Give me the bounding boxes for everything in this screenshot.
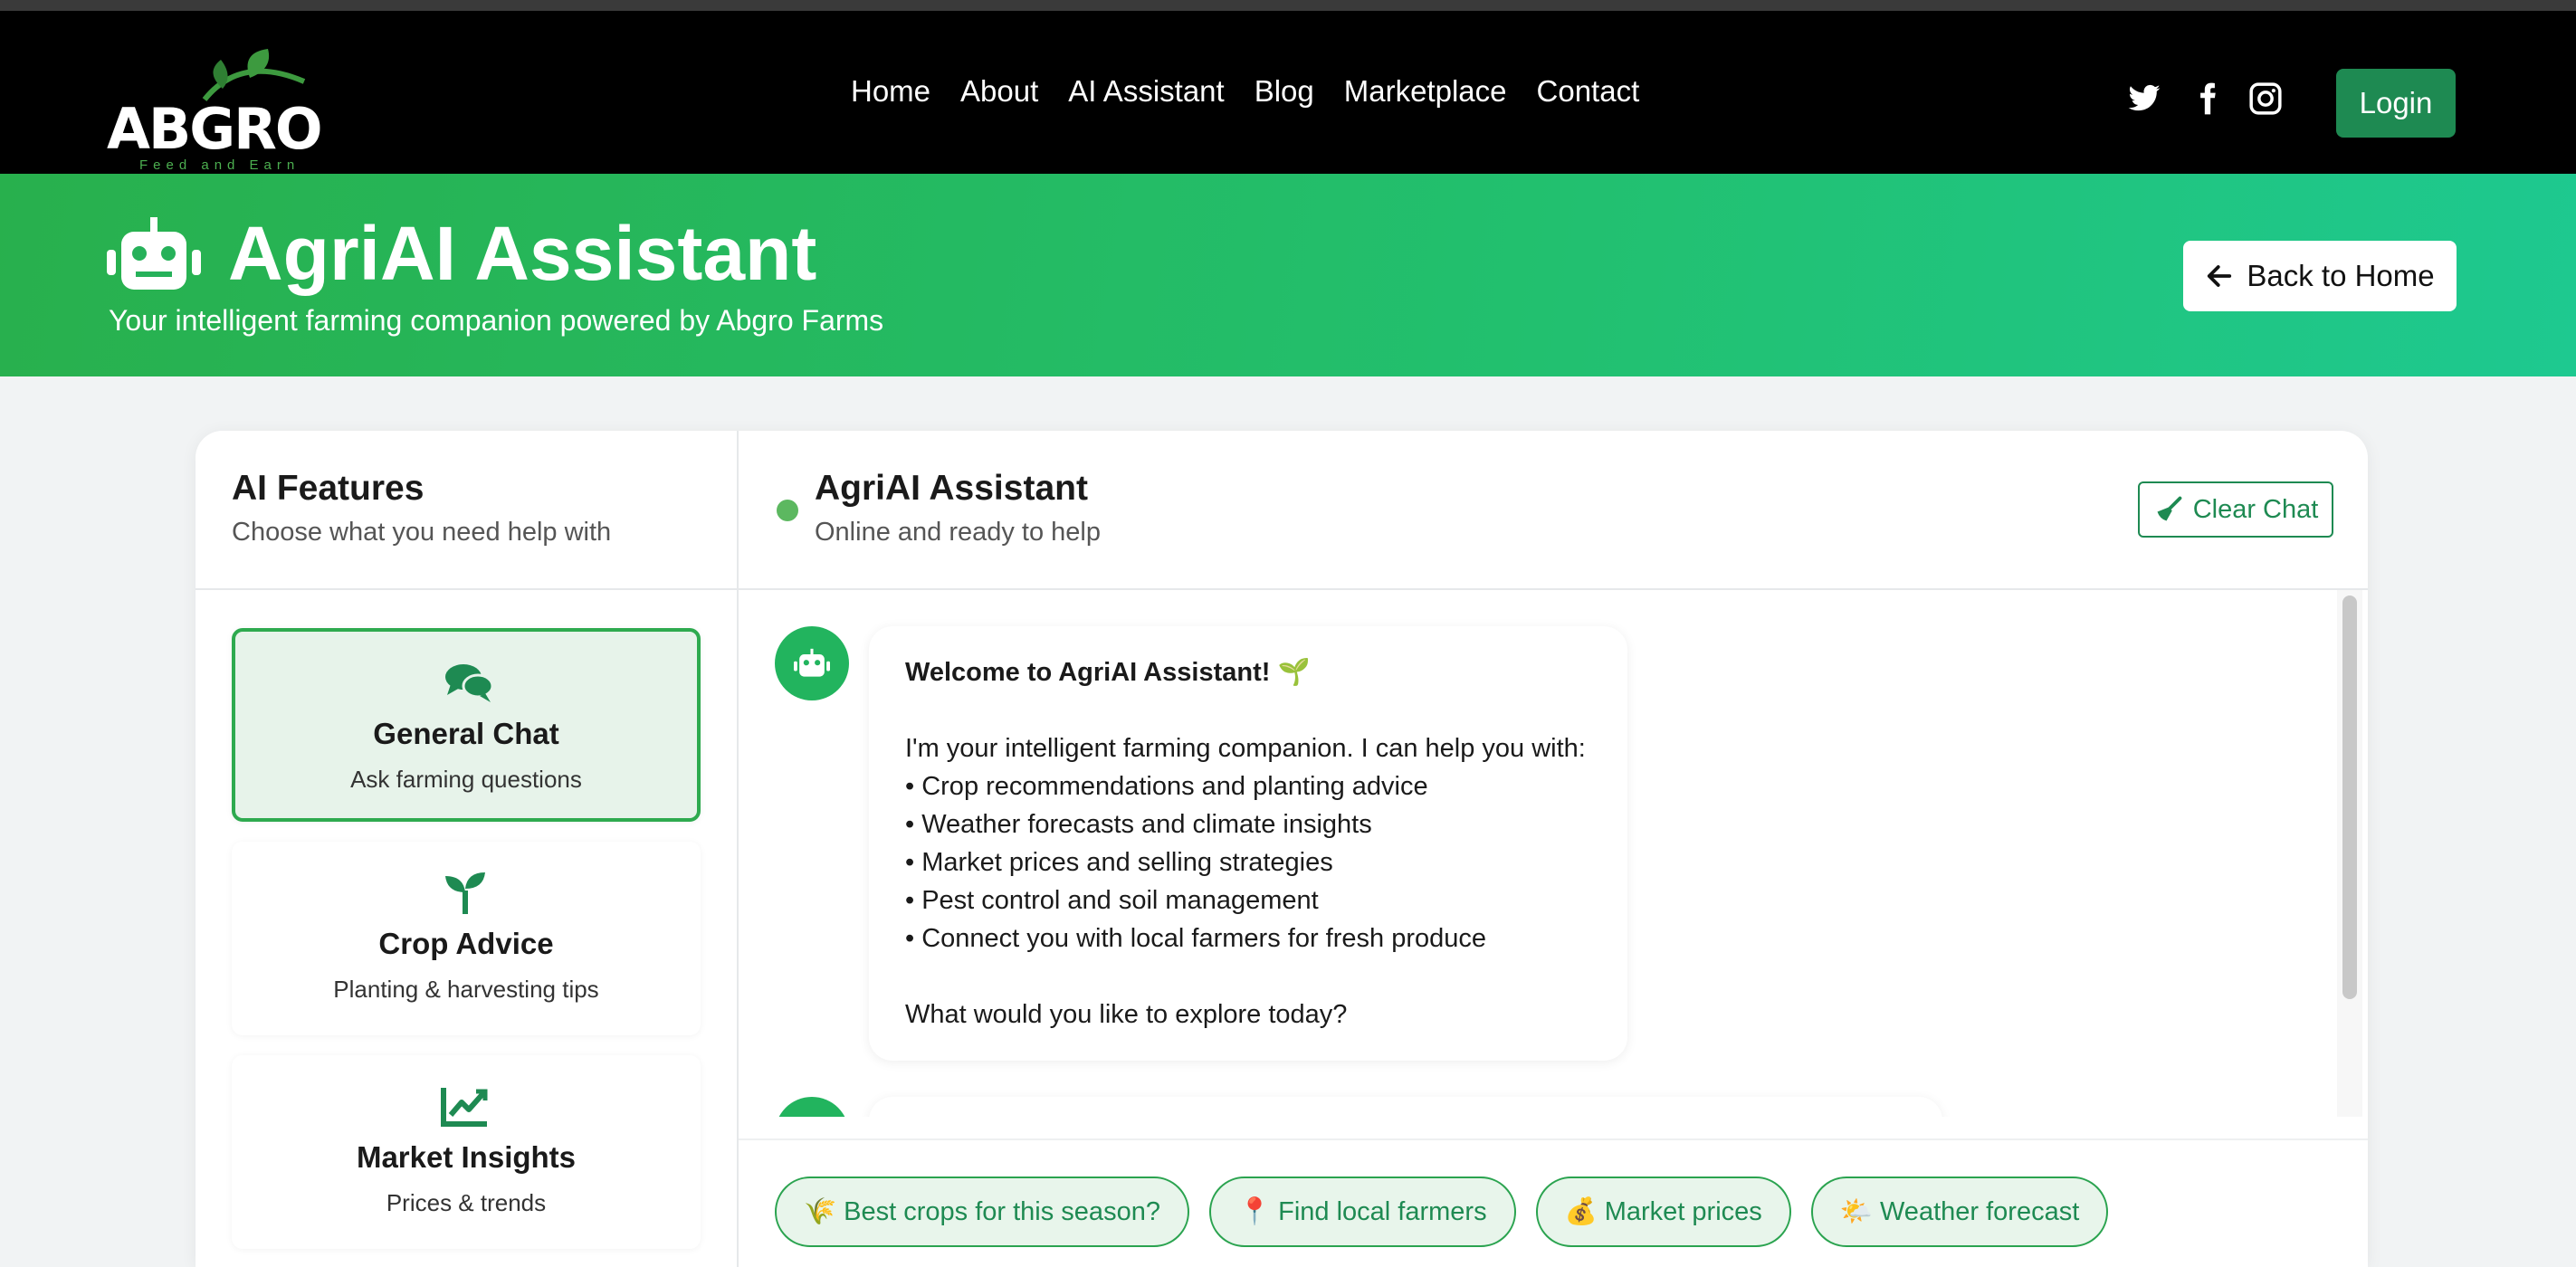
brand-tagline: Feed and Earn [139, 157, 301, 173]
chart-line-icon [441, 1088, 488, 1127]
nav-blog[interactable]: Blog [1255, 74, 1314, 109]
scrollbar-thumb[interactable] [2342, 595, 2357, 999]
bot-avatar [775, 626, 849, 700]
abgro-logo[interactable]: ABGRO Feed and Earn [107, 45, 333, 173]
quick-best-crops-button[interactable]: 🌾 Best crops for this season? [775, 1176, 1189, 1247]
nav-marketplace[interactable]: Marketplace [1344, 74, 1507, 109]
seedling-icon [445, 872, 485, 914]
broom-icon [2157, 496, 2182, 521]
navbar: ABGRO Feed and Earn Home About AI Assist… [0, 11, 2576, 174]
online-status-dot [777, 500, 798, 521]
bot-message-bubble: Welcome to AgriAI Assistant! 🌱 I'm your … [869, 626, 1627, 1061]
quick-actions: 🌾 Best crops for this season? 📍 Find loc… [775, 1176, 2109, 1247]
robot-icon [794, 648, 830, 677]
nav-about[interactable]: About [960, 74, 1038, 109]
bot-message-bubble-partial [869, 1097, 1942, 1117]
feature-title: Crop Advice [378, 927, 554, 960]
sidebar-header: AI Features Choose what you need help wi… [196, 431, 739, 590]
brand-name: ABGRO [107, 96, 323, 162]
message-line [905, 691, 1586, 729]
sidebar-title: AI Features [232, 469, 425, 508]
quick-find-farmers-button[interactable]: 📍 Find local farmers [1208, 1176, 1516, 1247]
message-line: • Pest control and soil management [905, 886, 1319, 915]
message-line: • Market prices and selling strategies [905, 848, 1333, 877]
feature-desc: Ask farming questions [350, 766, 582, 793]
quick-market-prices-button[interactable]: 💰 Market prices [1535, 1176, 1791, 1247]
message-line [905, 957, 1586, 996]
message-list[interactable]: Welcome to AgriAI Assistant! 🌱 I'm your … [739, 590, 2368, 1117]
chat-header: AgriAI Assistant Online and ready to hel… [739, 431, 2368, 590]
clear-chat-button[interactable]: Clear Chat [2138, 481, 2333, 538]
chat-title: AgriAI Assistant [815, 469, 1088, 508]
feature-general-chat[interactable]: General Chat Ask farming questions [232, 628, 701, 822]
assistant-card: AI Features Choose what you need help wi… [196, 431, 2368, 1267]
message-line: • Connect you with local farmers for fre… [905, 924, 1486, 953]
clear-chat-label: Clear Chat [2192, 494, 2319, 524]
hero-banner: AgriAI Assistant Your intelligent farmin… [0, 174, 2576, 376]
chat-bubbles-icon [445, 664, 494, 702]
page-subtitle: Your intelligent farming companion power… [109, 304, 884, 337]
nav-home[interactable]: Home [851, 74, 930, 109]
quick-actions-bar: 🌾 Best crops for this season? 📍 Find loc… [739, 1138, 2368, 1267]
bot-avatar [775, 1097, 849, 1117]
main-nav: Home About AI Assistant Blog Marketplace… [851, 74, 1639, 109]
back-to-home-label: Back to Home [2247, 259, 2435, 292]
arrow-left-icon [2208, 265, 2232, 287]
feature-crop-advice[interactable]: Crop Advice Planting & harvesting tips [232, 842, 701, 1035]
twitter-icon[interactable] [2127, 81, 2161, 116]
message-line: • Weather forecasts and climate insights [905, 810, 1372, 839]
robot-icon [107, 217, 201, 290]
message-line: I'm your intelligent farming companion. … [905, 734, 1586, 763]
page-title: AgriAI Assistant [228, 211, 817, 296]
back-to-home-button[interactable]: Back to Home [2183, 241, 2457, 311]
chat-status: Online and ready to help [815, 518, 1101, 547]
message-line: • Crop recommendations and planting advi… [905, 772, 1428, 801]
message-text: Welcome to AgriAI Assistant! 🌱 I'm your … [905, 653, 1586, 1034]
sidebar-subtitle: Choose what you need help with [232, 518, 612, 547]
quick-weather-button[interactable]: 🌤️ Weather forecast [1810, 1176, 2109, 1247]
login-button[interactable]: Login [2336, 69, 2456, 138]
message-line: What would you like to explore today? [905, 1000, 1348, 1029]
feature-desc: Planting & harvesting tips [333, 976, 599, 1003]
feature-desc: Prices & trends [386, 1189, 547, 1216]
message-line: Welcome to AgriAI Assistant! 🌱 [905, 658, 1311, 687]
instagram-icon[interactable] [2248, 81, 2283, 116]
feature-title: General Chat [373, 717, 559, 750]
nav-contact[interactable]: Contact [1537, 74, 1640, 109]
feature-title: Market Insights [356, 1140, 577, 1174]
feature-market-insights[interactable]: Market Insights Prices & trends [232, 1055, 701, 1249]
features-sidebar: AI Features Choose what you need help wi… [196, 431, 739, 1267]
facebook-icon[interactable] [2190, 81, 2225, 116]
nav-ai-assistant[interactable]: AI Assistant [1068, 74, 1224, 109]
window-top-edge [0, 0, 2576, 11]
